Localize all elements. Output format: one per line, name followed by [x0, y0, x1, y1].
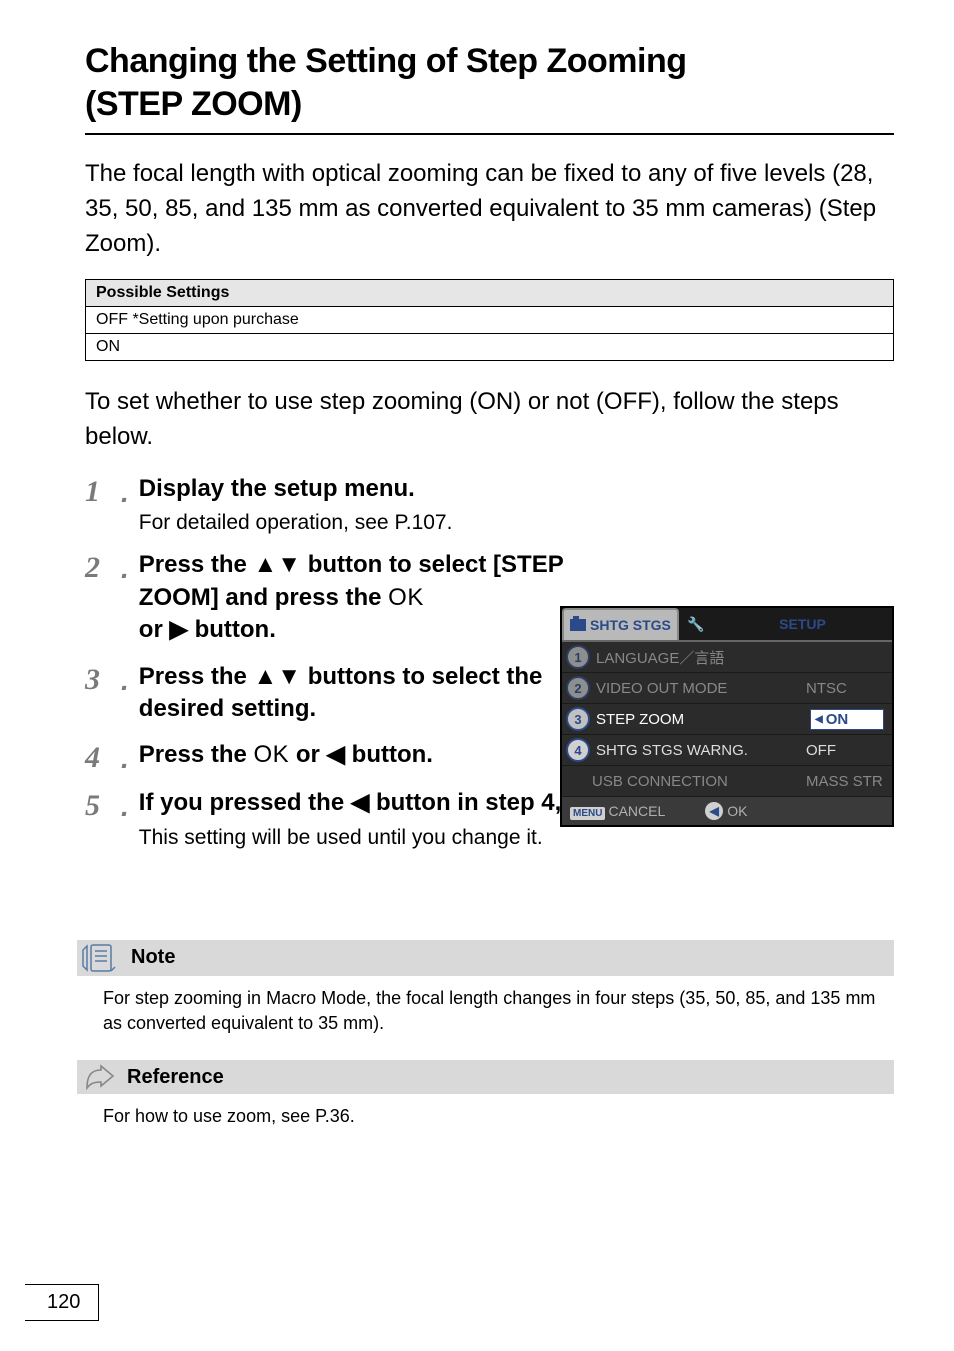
settings-row: ON — [86, 334, 894, 361]
row-label: SHTG STGS WARNG. — [596, 742, 806, 759]
row-label: USB CONNECTION — [592, 773, 806, 790]
step-sub: For detailed operation, see P.107. — [139, 511, 894, 535]
reference-label: Reference — [127, 1066, 224, 1089]
step-main: Display the setup menu. — [139, 473, 894, 505]
reference-header: Reference — [77, 1060, 894, 1094]
settings-header: Possible Settings — [86, 280, 894, 307]
step-sub: This setting will be used until you chan… — [139, 826, 894, 850]
reference-body: For how to use zoom, see P.36. — [85, 1094, 894, 1139]
lcd-row: 2 VIDEO OUT MODE NTSC — [562, 673, 892, 704]
step-number: 5 — [85, 787, 121, 821]
row-value-selected: ◀ON — [810, 709, 884, 730]
row-number-badge: 4 — [566, 738, 590, 762]
lcd-rows: 1 LANGUAGE／言語 2 VIDEO OUT MODE NTSC 3 ST… — [562, 640, 892, 797]
row-value: MASS STR — [806, 773, 884, 790]
title-divider — [85, 133, 894, 135]
left-icon: ◀ — [327, 741, 345, 768]
step-number: 1 — [85, 473, 121, 507]
lcd-tab-setup: SETUP — [713, 608, 892, 640]
lcd-footer: MENUCANCEL ◀OK — [562, 797, 892, 825]
page-number: 120 — [25, 1284, 99, 1321]
note-icon — [81, 942, 123, 974]
step-number: 4 — [85, 739, 121, 773]
camera-icon — [570, 619, 586, 631]
lcd-tabs: SHTG STGS SETUP — [562, 608, 892, 640]
row-label: STEP ZOOM — [596, 711, 810, 728]
lcd-row: 1 LANGUAGE／言語 — [562, 642, 892, 673]
row-label: VIDEO OUT MODE — [596, 680, 806, 697]
updown-icon: ▲▼ — [254, 551, 302, 578]
title-line-2: (STEP ZOOM) — [85, 85, 302, 123]
lcd-row: USB CONNECTION MASS STR — [562, 766, 892, 797]
title-line-1: Changing the Setting of Step Zooming — [85, 42, 687, 80]
lcd-preview: SHTG STGS SETUP 1 LANGUAGE／言語 2 VIDEO OU… — [560, 606, 894, 827]
row-value: NTSC — [806, 680, 884, 697]
step-number: 3 — [85, 661, 121, 695]
ok-label: OK — [388, 584, 424, 611]
step-number: 2 — [85, 549, 121, 583]
right-icon: ▶ — [169, 616, 187, 643]
row-number-badge: 1 — [566, 645, 590, 669]
settings-row: OFF *Setting upon purchase — [86, 307, 894, 334]
lead-paragraph-2: To set whether to use step zooming (ON) … — [85, 385, 894, 455]
note-header: Note — [77, 940, 894, 976]
lcd-tab-shtg: SHTG STGS — [562, 608, 679, 640]
step-1: 1. Display the setup menu. For detailed … — [85, 473, 894, 535]
reference-icon — [81, 1062, 121, 1092]
note-callout: Note For step zooming in Macro Mode, the… — [85, 940, 894, 1140]
left-icon: ◀ — [351, 789, 369, 816]
row-value: OFF — [806, 742, 884, 759]
menu-badge-icon: MENU — [570, 807, 605, 820]
wrench-icon — [679, 608, 713, 640]
lcd-row-active: 3 STEP ZOOM ◀ON — [562, 704, 892, 735]
row-label: LANGUAGE／言語 — [596, 647, 806, 668]
step-main: Press the ▲▼ buttons to select the desir… — [139, 661, 569, 726]
updown-icon: ▲▼ — [254, 663, 302, 690]
row-number-badge: 2 — [566, 676, 590, 700]
section-title: Changing the Setting of Step Zooming (ST… — [85, 40, 894, 125]
row-number-badge: 3 — [566, 707, 590, 731]
step-main: Press the OK or ◀ button. — [139, 739, 569, 771]
note-label: Note — [131, 946, 175, 969]
note-body: For step zooming in Macro Mode, the foca… — [85, 976, 894, 1060]
footer-ok: ◀OK — [705, 802, 747, 820]
left-caret-badge-icon: ◀ — [705, 802, 723, 820]
footer-cancel: MENUCANCEL — [570, 803, 665, 819]
lcd-row: 4 SHTG STGS WARNG. OFF — [562, 735, 892, 766]
step-main: Press the ▲▼ button to select [STEP ZOOM… — [139, 549, 569, 646]
possible-settings-table: Possible Settings OFF *Setting upon purc… — [85, 279, 894, 361]
ok-label: OK — [254, 741, 290, 768]
left-caret-icon: ◀ — [815, 714, 823, 725]
intro-paragraph: The focal length with optical zooming ca… — [85, 157, 894, 261]
